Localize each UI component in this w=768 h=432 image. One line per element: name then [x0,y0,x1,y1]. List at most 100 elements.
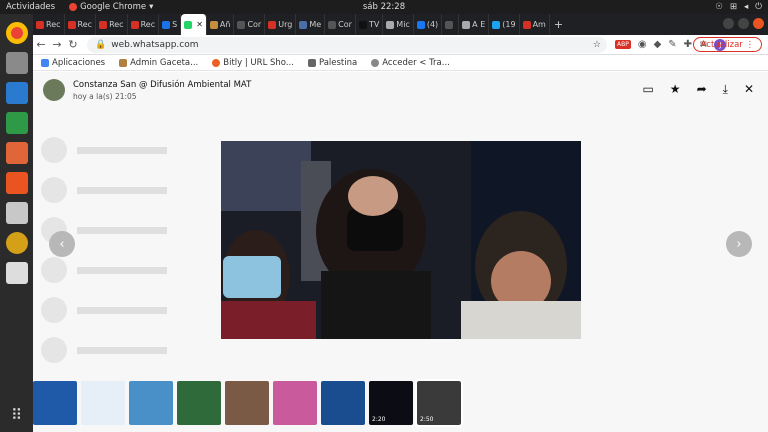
browser-tab[interactable]: Cor [234,14,266,35]
maximize-button[interactable] [738,18,749,29]
tab-favicon-icon [67,20,76,29]
minimize-button[interactable] [723,18,734,29]
accessibility-icon: ☉ [715,2,723,12]
media-thumbnail[interactable] [225,381,269,425]
address-bar: ← → ↻ 🔒 web.whatsapp.com ☆ ABP ◉ ◆ ✎ ✚ ≡… [33,35,768,55]
browser-tab[interactable]: Rec [96,14,128,35]
close-window-button[interactable] [753,18,764,29]
tab-label: Añ [219,20,231,29]
show-apps-icon[interactable]: ⠿ [11,406,22,424]
avatar[interactable] [43,79,65,101]
bookmarks-bar: Aplicaciones Admin Gaceta... Bitly | URL… [33,55,768,71]
media-thumbnail-strip: 2:20 2:50 [33,378,768,428]
abp-extension-icon[interactable]: ABP [615,40,631,49]
activities-button[interactable]: Actividades [6,2,55,12]
media-thumbnail[interactable] [177,381,221,425]
extension-icon[interactable]: ✎ [668,39,676,50]
browser-tab[interactable]: Mic [383,14,414,35]
chrome-dock-icon[interactable] [5,22,28,44]
files-dock-icon[interactable] [5,52,28,74]
url-text: web.whatsapp.com [111,39,199,50]
star-icon[interactable]: ☆ [593,40,601,50]
app-menu[interactable]: Google Chrome ▾ [69,2,153,12]
browser-tab[interactable]: (4) [414,14,443,35]
reply-icon[interactable]: ▭ [642,82,653,97]
media-photo[interactable] [221,141,581,339]
extension-icon[interactable]: ◉ [638,39,647,50]
puzzle-icon[interactable]: ✚ [684,39,692,50]
update-button[interactable]: Actualizar ⋮ [692,37,762,52]
browser-tab[interactable]: TV [356,14,384,35]
bookmark-acceder[interactable]: Acceder < Tra... [371,58,450,68]
lock-icon: 🔒 [95,39,107,50]
tab-label: Urg [278,20,293,29]
tab-label: Me [309,20,322,29]
dock: ⠿ [0,14,33,432]
settings-dock-icon[interactable] [5,202,28,224]
previous-media-button[interactable]: ‹ [49,231,75,257]
browser-tab[interactable]: Rec [128,14,160,35]
tab-label: Rec [77,20,93,29]
chrome-icon [69,3,78,11]
media-thumbnail[interactable]: 2:20 [369,381,413,425]
message-timestamp: hoy a la(s) 21:05 [73,91,137,101]
photo-image [221,141,581,339]
download-icon[interactable]: ⤓ [723,82,728,97]
browser-tab[interactable]: Urg [265,14,297,35]
browser-tab[interactable]: Cor [325,14,356,35]
bookmark-admin-gaceta[interactable]: Admin Gaceta... [119,58,198,68]
browser-tab[interactable]: Añ [207,14,235,35]
writer-dock-icon[interactable] [5,82,28,104]
sender-info: Constanza San @ Difusión Ambiental MAT h… [73,80,251,101]
browser-tab[interactable] [442,14,460,35]
tab-favicon-icon [99,20,108,29]
media-thumbnail[interactable] [273,381,317,425]
forward-icon[interactable]: ➦ [697,82,707,97]
star-icon[interactable]: ★ [670,82,681,97]
audio-dock-icon[interactable] [5,232,28,254]
media-thumbnail[interactable] [129,381,173,425]
close-tab-icon[interactable]: ✕ [196,20,203,29]
browser-tab[interactable]: Me [296,14,326,35]
new-tab-button[interactable]: + [554,18,563,31]
media-thumbnail[interactable] [321,381,365,425]
tab-favicon-icon [36,20,44,29]
omnibox[interactable]: 🔒 web.whatsapp.com ☆ [87,36,607,53]
viewer-header: Constanza San @ Difusión Ambiental MAT h… [33,72,768,108]
tab-strip: Rec Rec Rec Rec S ✕ Añ Cor Urg Me Cor TV Mic (4) A E (1… [33,14,768,35]
browser-tab[interactable]: Rec [33,14,65,35]
calc-dock-icon[interactable] [5,112,28,134]
reload-button[interactable]: ↻ [65,38,81,51]
media-thumbnail[interactable]: 2:50 [415,379,463,427]
browser-tab[interactable]: S [159,14,182,35]
tab-label: (4) [426,20,439,29]
browser-tab[interactable]: ✕ [181,14,207,35]
chevron-down-icon: ▾ [149,2,154,12]
tab-label: Rec [46,20,61,29]
browser-tab[interactable]: (19 [489,14,520,35]
browser-tab[interactable]: Rec [65,14,97,35]
bookmark-bitly[interactable]: Bitly | URL Sho... [212,58,294,68]
tab-favicon-icon [416,20,425,29]
browser-tab[interactable]: Am [520,14,550,35]
text-editor-dock-icon[interactable] [5,262,28,284]
media-thumbnail[interactable] [81,381,125,425]
browser-tab[interactable]: A E [459,14,490,35]
tab-favicon-icon [522,20,531,29]
impress-dock-icon[interactable] [5,142,28,164]
system-tray[interactable]: ☉ ⊞ ◂ ⏻ [715,2,762,12]
next-media-button[interactable]: › [726,231,752,257]
clock[interactable]: sáb 22:28 [363,2,405,12]
forward-button[interactable]: → [49,38,65,51]
close-icon[interactable]: ✕ [744,82,754,97]
bookmark-palestina[interactable]: Palestina [307,58,357,68]
viewer-actions: ▭ ★ ➦ ⤓ ✕ [642,82,754,97]
sender-name: Constanza San @ Difusión Ambiental MAT [73,79,252,90]
software-dock-icon[interactable] [5,172,28,194]
back-button[interactable]: ← [33,38,49,51]
extension-icon[interactable]: ◆ [654,39,662,50]
tab-label: A E [472,20,486,29]
tab-favicon-icon [445,20,454,29]
media-thumbnail[interactable] [33,381,77,425]
bookmark-apps[interactable]: Aplicaciones [41,58,105,68]
